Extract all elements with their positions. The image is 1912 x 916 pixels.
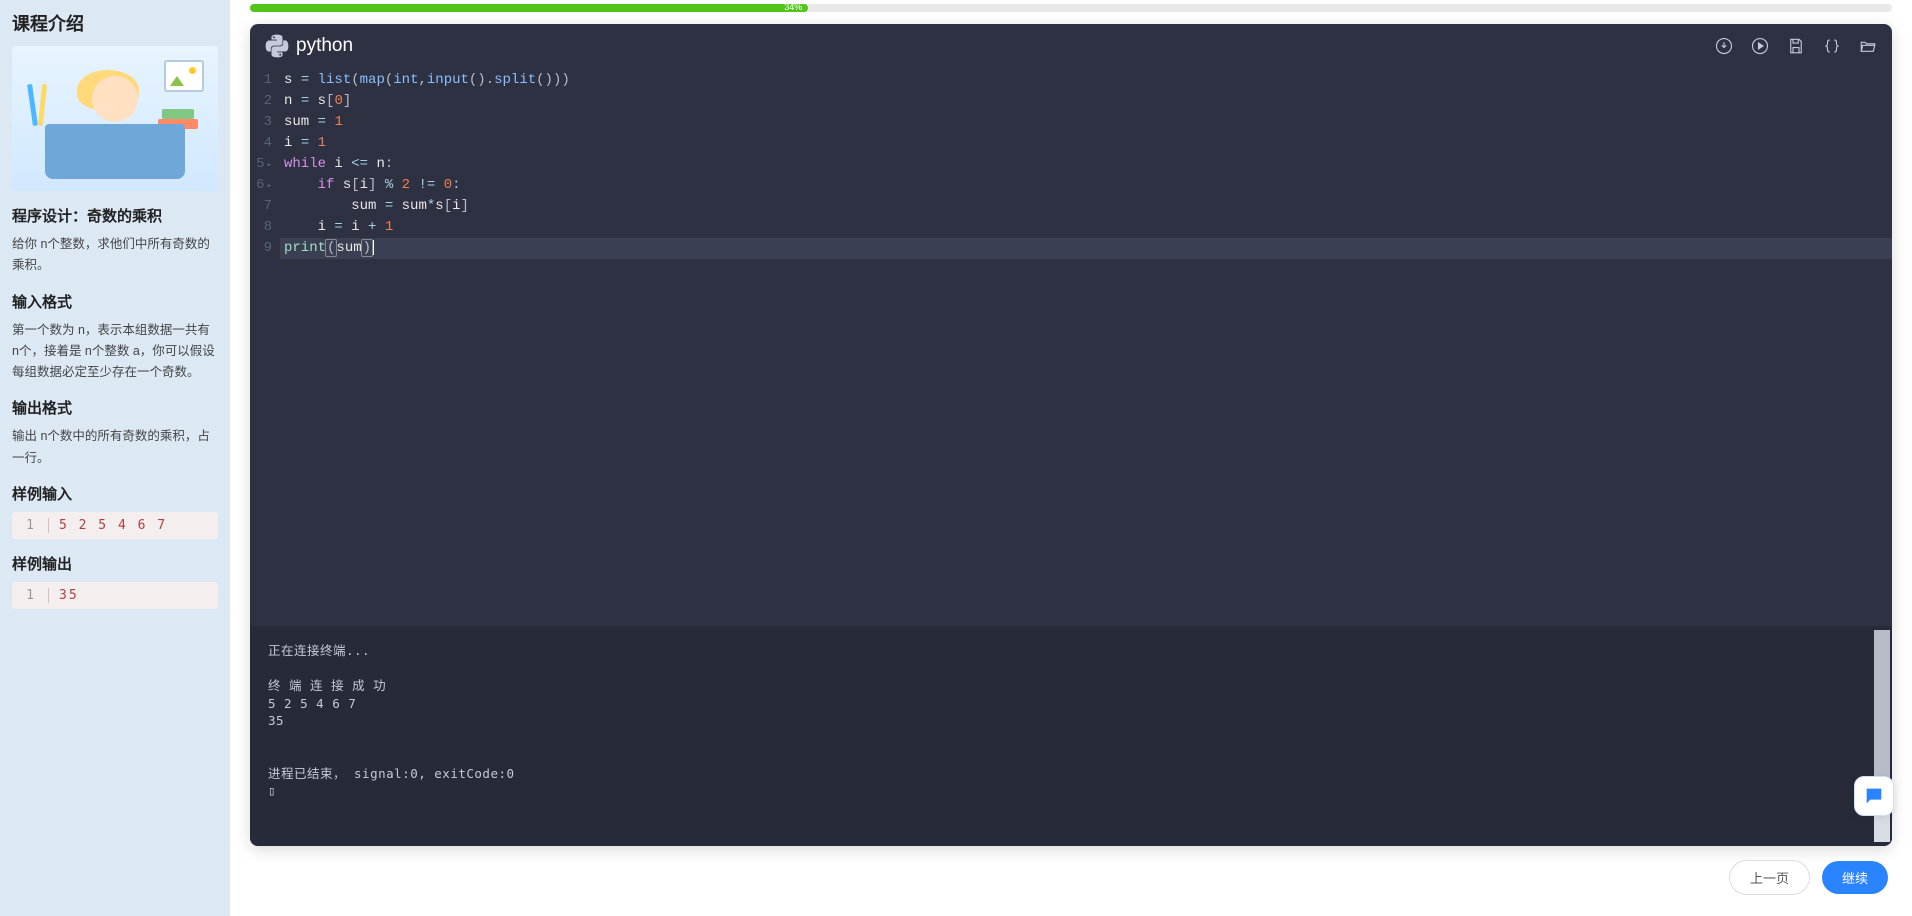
input-desc: 第一个数为 n，表示本组数据一共有 n个，接着是 n个整数 a，你可以假设每组数…: [12, 320, 218, 384]
sample-output-box: 1 35: [12, 582, 218, 609]
progress-bar-track: 34%: [250, 4, 1892, 12]
lang-label: python: [296, 35, 353, 57]
sidebar: 课程介绍 程序设计：奇数的乘积 给你 n个整数，求他们中所有奇数的乘积。 输入格…: [0, 0, 230, 916]
sample-output-text: 35: [48, 588, 218, 603]
python-logo: python: [264, 33, 353, 59]
editor-toolbar: [1714, 36, 1878, 56]
sample-input-text: 5 2 5 4 6 7: [48, 518, 218, 533]
folder-open-icon[interactable]: [1858, 36, 1878, 56]
sidebar-title: 课程介绍: [12, 10, 218, 36]
output-desc: 输出 n个数中的所有奇数的乘积，占一行。: [12, 426, 218, 469]
course-illustration: [12, 46, 218, 191]
sample-output-heading: 样例输出: [12, 553, 218, 574]
sample-line-num: 1: [12, 588, 48, 603]
python-icon: [264, 33, 290, 59]
footer-buttons: 上一页 继续: [250, 846, 1892, 896]
problem-desc: 给你 n个整数，求他们中所有奇数的乘积。: [12, 234, 218, 277]
sample-input-box: 1 5 2 5 4 6 7: [12, 512, 218, 539]
run-icon[interactable]: [1750, 36, 1770, 56]
save-icon[interactable]: [1786, 36, 1806, 56]
chat-icon: [1863, 785, 1885, 807]
output-heading: 输出格式: [12, 397, 218, 418]
brackets-icon[interactable]: [1822, 36, 1842, 56]
progress-bar-fill: 34%: [250, 4, 808, 12]
sample-input-heading: 样例输入: [12, 483, 218, 504]
prev-button[interactable]: 上一页: [1729, 860, 1810, 895]
code-lines[interactable]: s = list(map(int,input().split())) n = s…: [280, 68, 1892, 626]
sample-line-num: 1: [12, 518, 48, 533]
download-icon[interactable]: [1714, 36, 1734, 56]
editor-header: python: [250, 24, 1892, 68]
terminal-output[interactable]: 正在连接终端... 终 端 连 接 成 功 5 2 5 4 6 7 35 进程已…: [250, 626, 1892, 846]
help-float-button[interactable]: [1854, 776, 1894, 816]
main-content: 34% python 1234 56 789: [230, 0, 1912, 916]
line-gutter: 1234 56 789: [250, 68, 280, 626]
input-heading: 输入格式: [12, 291, 218, 312]
progress-label: 34%: [784, 2, 802, 12]
continue-button[interactable]: 继续: [1822, 861, 1888, 894]
editor-shell: python 1234 56 789 s = list(map(int,inpu…: [250, 24, 1892, 846]
problem-title: 程序设计：奇数的乘积: [12, 205, 218, 226]
code-editor[interactable]: 1234 56 789 s = list(map(int,input().spl…: [250, 68, 1892, 626]
